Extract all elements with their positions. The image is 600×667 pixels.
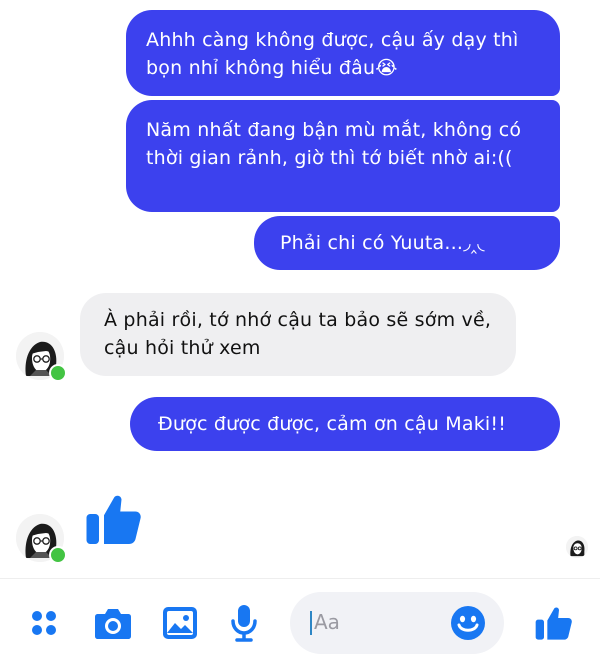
- menu-icon[interactable]: [24, 603, 64, 643]
- camera-icon[interactable]: [93, 603, 133, 643]
- message-outgoing[interactable]: Được được được, cảm ơn cậu Maki!!: [130, 397, 560, 451]
- message-text: À phải rồi, tớ nhớ cậu ta bảo sẽ sớm về,…: [104, 309, 492, 359]
- text-caret: [310, 611, 312, 635]
- message-text: Được được được, cảm ơn cậu Maki!!: [158, 413, 507, 435]
- message-incoming[interactable]: À phải rồi, tớ nhớ cậu ta bảo sẽ sớm về,…: [80, 293, 516, 376]
- message-text: Ahhh càng không được, cậu ấy dạy thì bọn…: [146, 29, 519, 79]
- message-outgoing[interactable]: Năm nhất đang bận mù mắt, không có thời …: [126, 100, 560, 212]
- message-outgoing[interactable]: Phải chi có Yuuta...◞‸◟: [254, 216, 560, 270]
- online-indicator: [49, 546, 67, 564]
- online-indicator: [49, 364, 67, 382]
- composer-bar: Aa: [0, 578, 600, 667]
- smiley-icon[interactable]: [450, 605, 486, 641]
- thumbs-up-icon[interactable]: [530, 599, 578, 647]
- message-text: Năm nhất đang bận mù mắt, không có thời …: [146, 119, 522, 169]
- gallery-icon[interactable]: [160, 603, 200, 643]
- message-input-placeholder: Aa: [314, 610, 340, 634]
- seen-avatar: [566, 536, 588, 558]
- message-outgoing[interactable]: Ahhh càng không được, cậu ấy dạy thì bọn…: [126, 10, 560, 96]
- message-input[interactable]: Aa: [290, 592, 504, 654]
- like-sticker[interactable]: [84, 489, 144, 549]
- message-text: Phải chi có Yuuta...◞‸◟: [280, 232, 485, 254]
- microphone-icon[interactable]: [224, 603, 264, 643]
